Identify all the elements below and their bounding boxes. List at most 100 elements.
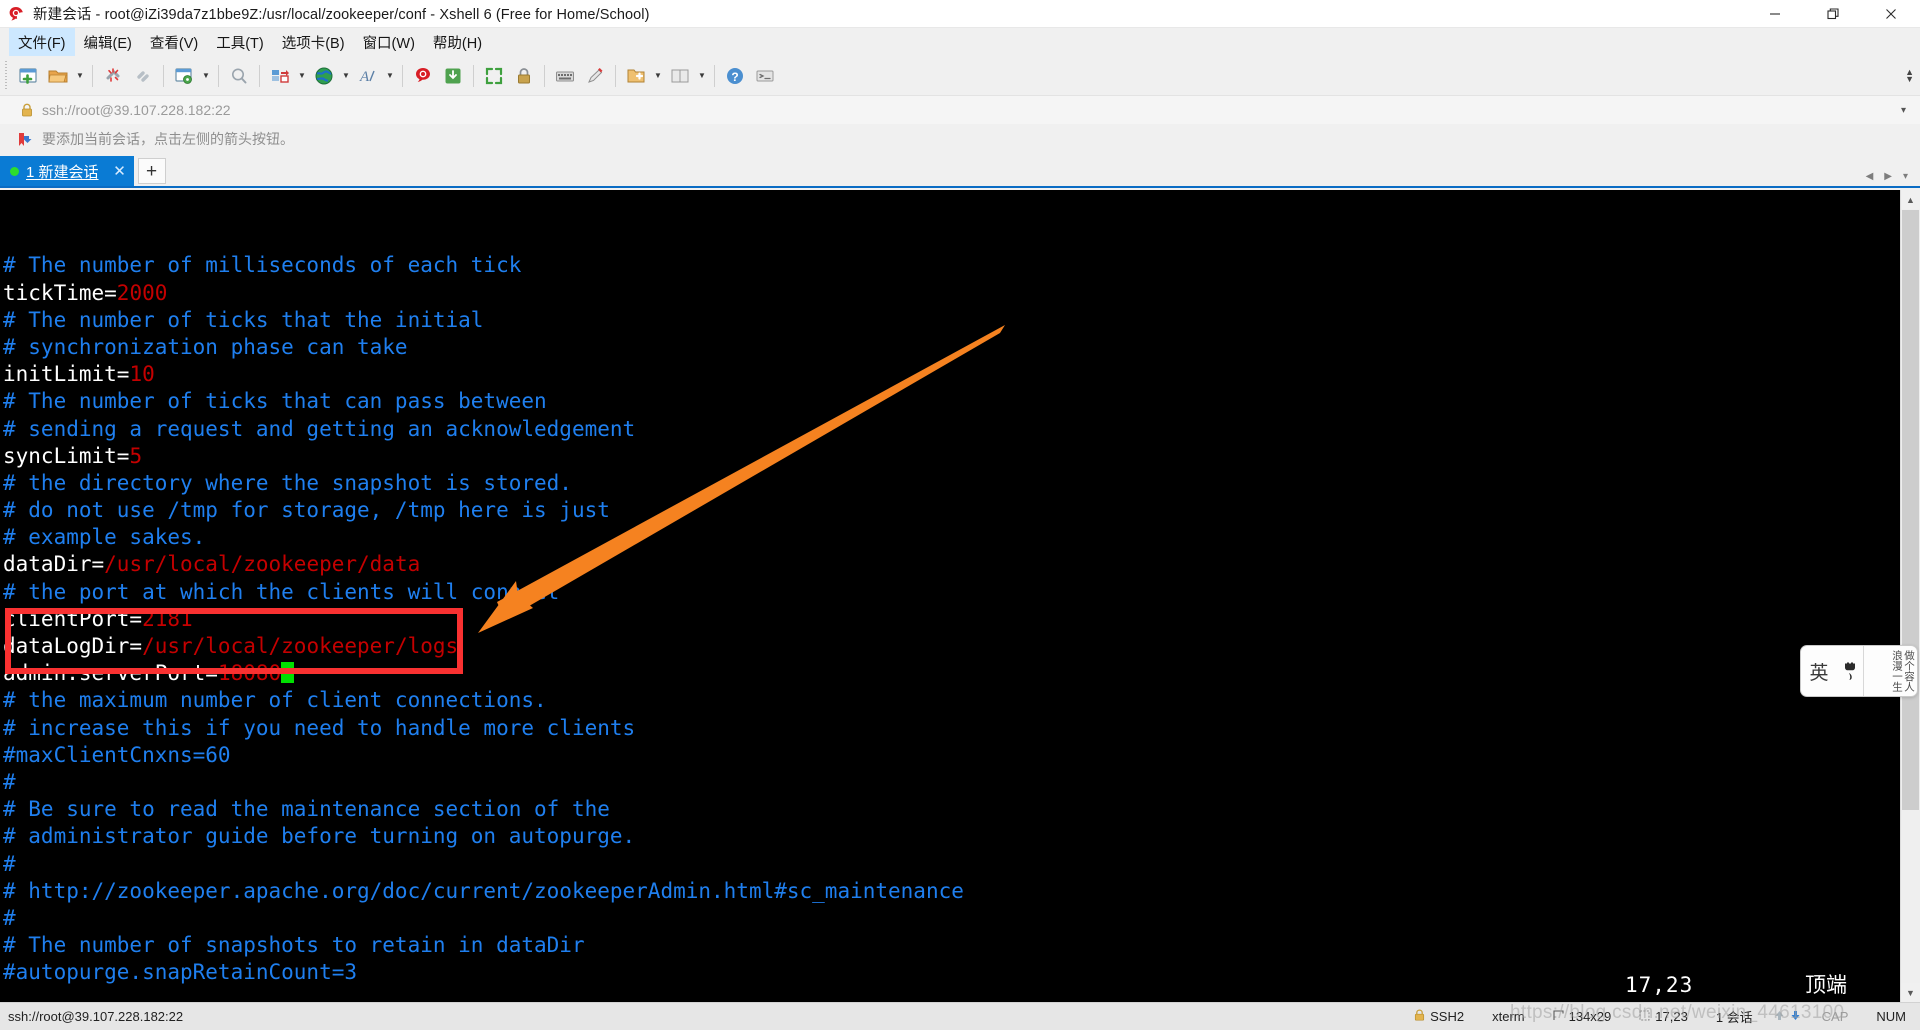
- session-properties-icon[interactable]: [169, 61, 199, 91]
- scroll-down-icon[interactable]: ▼: [1901, 983, 1920, 1002]
- cursor-icon: [1639, 1009, 1650, 1024]
- terminal-output[interactable]: # The number of milliseconds of each tic…: [0, 190, 1900, 1002]
- terminal-line: admin.serverPort=18080: [3, 660, 1900, 687]
- transfer-icon[interactable]: [265, 61, 295, 91]
- minimize-button[interactable]: [1746, 0, 1804, 28]
- tab-close-icon[interactable]: ✕: [112, 162, 128, 180]
- hint-bar: 要添加当前会话，点击左侧的箭头按钮。: [0, 124, 1920, 154]
- new-tab-button[interactable]: +: [137, 158, 166, 184]
- menu-tab[interactable]: 选项卡(B): [273, 28, 354, 57]
- terminal-line: dataLogDir=/usr/local/zookeeper/logs: [3, 633, 1900, 660]
- open-folder-icon[interactable]: [43, 61, 73, 91]
- menu-window[interactable]: 窗口(W): [354, 28, 424, 57]
- layout-icon[interactable]: [665, 61, 695, 91]
- lock-icon: [21, 103, 33, 117]
- terminal-line: # increase this if you need to handle mo…: [3, 715, 1900, 742]
- terminal-text: 2181: [142, 606, 193, 631]
- terminal-text: # synchronization phase can take: [3, 334, 408, 359]
- globe-icon[interactable]: [309, 61, 339, 91]
- toolbar-separator: [615, 64, 616, 87]
- tab-bar: 1 新建会话 ✕ + ◀ ▶ ▾: [0, 156, 1920, 188]
- find-icon[interactable]: [224, 61, 254, 91]
- toolbar-separator: [259, 64, 260, 87]
- terminal-line: # do not use /tmp for storage, /tmp here…: [3, 497, 1900, 524]
- status-cap: CAP: [1821, 1009, 1849, 1024]
- new-session-icon[interactable]: [13, 61, 43, 91]
- toolbar-separator: [218, 64, 219, 87]
- toolbar-grip[interactable]: [2, 60, 10, 91]
- lock-icon[interactable]: [509, 61, 539, 91]
- chevron-down-icon[interactable]: ▾: [1901, 105, 1906, 116]
- tab-list-icon[interactable]: ▾: [1903, 171, 1908, 182]
- open-folder-dropdown-arrow[interactable]: ▼: [73, 61, 87, 91]
- add-session-dropdown-arrow[interactable]: ▼: [651, 61, 665, 91]
- highlight-icon[interactable]: [580, 61, 610, 91]
- terminal-line: #: [3, 905, 1900, 932]
- transfer-dropdown-arrow[interactable]: ▼: [295, 61, 309, 91]
- menu-help[interactable]: 帮助(H): [424, 28, 491, 57]
- status-size-label: 134x29: [1568, 1009, 1612, 1024]
- terminal-line: tickTime=2000: [3, 280, 1900, 307]
- status-position-label: 17,23: [1655, 1009, 1688, 1024]
- hint-text: 要添加当前会话，点击左侧的箭头按钮。: [42, 131, 294, 147]
- close-button[interactable]: [1862, 0, 1920, 28]
- vim-cursor-position: 17,23: [1625, 973, 1694, 997]
- svg-text:A: A: [359, 69, 370, 85]
- globe-dropdown-arrow[interactable]: ▼: [339, 61, 353, 91]
- terminal-text: # example sakes.: [3, 525, 206, 550]
- font-icon[interactable]: A: [353, 61, 383, 91]
- menu-edit[interactable]: 编辑(E): [75, 28, 141, 57]
- session-properties-dropdown-arrow[interactable]: ▼: [199, 61, 213, 91]
- toolbar-separator: [92, 64, 93, 87]
- menu-tools[interactable]: 工具(T): [207, 28, 273, 57]
- terminal-line: # example sakes.: [3, 524, 1900, 551]
- fullscreen-icon[interactable]: [479, 61, 509, 91]
- lock-icon: [1414, 1009, 1425, 1024]
- terminal-text: #: [3, 769, 16, 794]
- toolbar-separator: [402, 64, 403, 87]
- status-transfer-arrows: [1767, 1009, 1808, 1025]
- svg-text:?: ?: [731, 70, 738, 84]
- menu-view[interactable]: 查看(V): [141, 28, 207, 57]
- terminal-text: dataLogDir=: [3, 634, 143, 659]
- address-input[interactable]: ssh://root@39.107.228.182:22: [42, 102, 231, 118]
- font-dropdown-arrow[interactable]: ▼: [383, 61, 397, 91]
- scroll-up-icon[interactable]: ▲: [1901, 190, 1920, 209]
- toolbar: ▼ ▼ ▼ ▼ A ▼ ▼ ▼ ? ▲ ▼: [0, 56, 1920, 95]
- terminal-text: # The number of ticks that can pass betw…: [3, 389, 547, 414]
- download-arrow-icon: [1789, 1009, 1802, 1025]
- terminal-scrollbar[interactable]: ▲ ▼: [1900, 190, 1920, 1002]
- ime-slogan: 做个容人 浪漫一生: [1863, 646, 1917, 696]
- toolbar-overflow-button[interactable]: ▲ ▼: [1905, 67, 1914, 83]
- tab-prev-icon[interactable]: ◀: [1866, 171, 1874, 182]
- ime-floating-bar[interactable]: 英 做个容人 浪漫一生: [1800, 645, 1918, 697]
- compose-icon[interactable]: [438, 61, 468, 91]
- quick-command-icon[interactable]: [750, 61, 780, 91]
- tab-bar-nav: ◀ ▶ ▾: [1866, 171, 1920, 186]
- menu-file[interactable]: 文件(F): [9, 27, 75, 57]
- ime-mode-label[interactable]: 英: [1801, 658, 1837, 685]
- address-bar[interactable]: ssh://root@39.107.228.182:22 ▾: [0, 95, 1920, 124]
- tab-title: 新建会话: [34, 163, 99, 181]
- terminal-text: initLimit=: [3, 362, 130, 387]
- xshell-icon: [7, 5, 25, 23]
- layout-dropdown-arrow[interactable]: ▼: [695, 61, 709, 91]
- upload-arrow-icon: [1773, 1009, 1786, 1025]
- reconnect-icon[interactable]: [128, 61, 158, 91]
- keyboard-icon[interactable]: [550, 61, 580, 91]
- disconnect-icon[interactable]: [98, 61, 128, 91]
- restore-button[interactable]: [1804, 0, 1862, 28]
- terminal-cursor: [281, 662, 295, 684]
- add-session-icon[interactable]: [621, 61, 651, 91]
- log-icon[interactable]: [408, 61, 438, 91]
- tab-session-1[interactable]: 1 新建会话 ✕: [0, 156, 134, 186]
- help-icon[interactable]: ?: [720, 61, 750, 91]
- scrollbar-thumb[interactable]: [1902, 210, 1919, 810]
- resize-icon: [1553, 1009, 1564, 1024]
- terminal-text: # The number of snapshots to retain in d…: [3, 933, 585, 958]
- menu-bar: 文件(F) 编辑(E) 查看(V) 工具(T) 选项卡(B) 窗口(W) 帮助(…: [0, 27, 1920, 57]
- sogou-icon[interactable]: [1837, 660, 1863, 682]
- tab-next-icon[interactable]: ▶: [1884, 171, 1892, 182]
- terminal-text: # administrator guide before turning on …: [3, 824, 636, 849]
- terminal-text: /usr/local/zookeeper/data: [104, 552, 421, 577]
